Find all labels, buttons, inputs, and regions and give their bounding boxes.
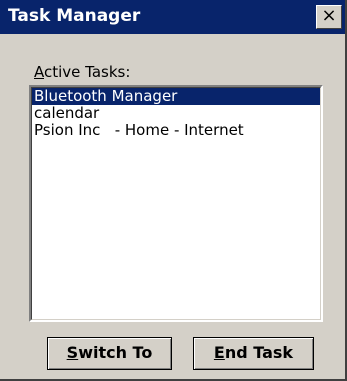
list-item[interactable]: Bluetooth Manager [32, 88, 320, 105]
active-tasks-accelerator: A [34, 63, 44, 81]
switch-to-label: witch To [78, 343, 153, 362]
active-tasks-label-text: ctive Tasks: [44, 63, 131, 81]
window-title: Task Manager [8, 6, 141, 26]
end-task-accelerator: E [213, 343, 225, 362]
tasks-listbox[interactable]: Bluetooth Manager calendar Psion Inc - H… [29, 85, 323, 322]
switch-to-button[interactable]: Switch To [47, 337, 172, 370]
end-task-label: nd Task [224, 343, 294, 362]
list-item[interactable]: Psion Inc - Home - Internet [32, 122, 320, 139]
switch-to-accelerator: S [66, 343, 79, 362]
title-bar: Task Manager × [0, 0, 345, 34]
end-task-button[interactable]: End Task [193, 337, 314, 370]
active-tasks-label: Active Tasks: [34, 63, 130, 81]
close-button[interactable]: × [316, 5, 342, 29]
list-item[interactable]: calendar [32, 105, 320, 122]
close-icon: × [321, 5, 337, 26]
task-manager-window: Task Manager × Active Tasks: Bluetooth M… [0, 0, 347, 381]
